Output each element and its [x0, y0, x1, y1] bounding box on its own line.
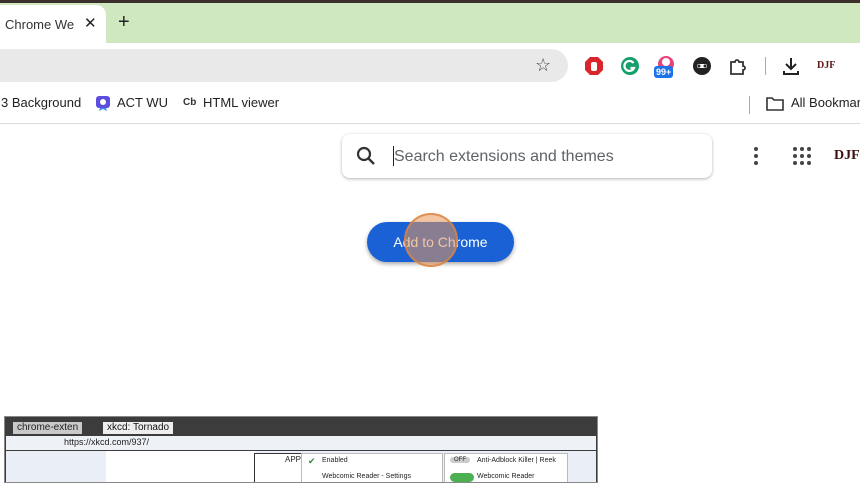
preview-item-reader-settings: Webcomic Reader - Settings [322, 473, 411, 480]
preview-url-bar: https://xkcd.com/937/ [6, 436, 596, 450]
bookmark-html-viewer[interactable]: HTML viewer [203, 95, 279, 110]
bookmark-act-wu[interactable]: ACT WU [117, 95, 168, 110]
preview-check-icon: ✔ [308, 456, 316, 466]
preview-url: https://xkcd.com/937/ [64, 437, 150, 447]
bookmarks-bar: 3 Background ACT WU Cb HTML viewer All B… [0, 88, 860, 124]
all-bookmarks[interactable]: All Bookmarks [791, 95, 860, 110]
puzzle-icon[interactable] [728, 56, 748, 76]
toolbar-separator [765, 57, 766, 75]
preview-tab-1: chrome-exten [13, 422, 83, 434]
apps-grid-icon[interactable] [792, 146, 812, 166]
preview-toggle-off: OFF [450, 457, 470, 463]
preview-body: APP ✔ Enabled Webcomic Reader - Settings… [6, 451, 596, 482]
extension-badge-icon[interactable]: 99+ [654, 55, 678, 79]
profile-avatar[interactable]: DJF [817, 60, 835, 71]
text-caret [393, 146, 394, 166]
bookmarks-separator [749, 96, 750, 114]
preview-item-webcomic-reader: Webcomic Reader [477, 473, 535, 480]
preview-ext-list: OFF Anti-Adblock Killer | Reek Webcomic … [444, 453, 568, 482]
grammarly-icon[interactable] [620, 56, 640, 76]
star-icon[interactable]: ☆ [535, 55, 551, 76]
preview-item-enabled: Enabled [322, 457, 348, 464]
circle-extension-icon[interactable] [692, 56, 712, 76]
preview-comic-label: APP [285, 455, 302, 464]
search-box[interactable] [342, 134, 712, 178]
preview-menu: ✔ Enabled Webcomic Reader - Settings [301, 453, 443, 482]
tab-bar: Chrome Web Store ✕ + [0, 3, 860, 43]
search-input[interactable] [392, 144, 696, 170]
preview-tab-2: xkcd: Tornado [103, 422, 174, 434]
preview-item-antiadblock: Anti-Adblock Killer | Reek [477, 457, 556, 464]
html-viewer-icon: Cb [183, 97, 197, 108]
tab-chrome-web-store[interactable]: Chrome Web Store ✕ [0, 5, 106, 43]
more-vert-icon[interactable] [752, 146, 760, 166]
add-to-chrome-button[interactable]: Add to Chrome [367, 222, 514, 262]
address-bar[interactable]: ☆ [0, 49, 568, 82]
new-tab-button[interactable]: + [118, 12, 130, 32]
preview-comic-panel: APP [254, 453, 302, 482]
preview-comic [106, 451, 256, 482]
page-profile-avatar[interactable]: DJF [834, 148, 860, 164]
folder-icon [766, 97, 784, 111]
extension-screenshot-preview: chrome-exten xkcd: Tornado https://xkcd.… [4, 416, 598, 483]
search-icon [356, 146, 375, 165]
tab-title: Chrome Web Store [5, 17, 75, 32]
act-wu-icon [96, 96, 110, 111]
download-icon[interactable] [781, 56, 801, 76]
bookmark-background[interactable]: 3 Background [1, 95, 81, 110]
extension-badge-count: 99+ [654, 66, 674, 78]
browser-toolbar: ☆ 99+ DJF [0, 43, 860, 88]
tab-close-icon[interactable]: ✕ [84, 15, 97, 33]
adblock-icon[interactable] [584, 56, 604, 76]
